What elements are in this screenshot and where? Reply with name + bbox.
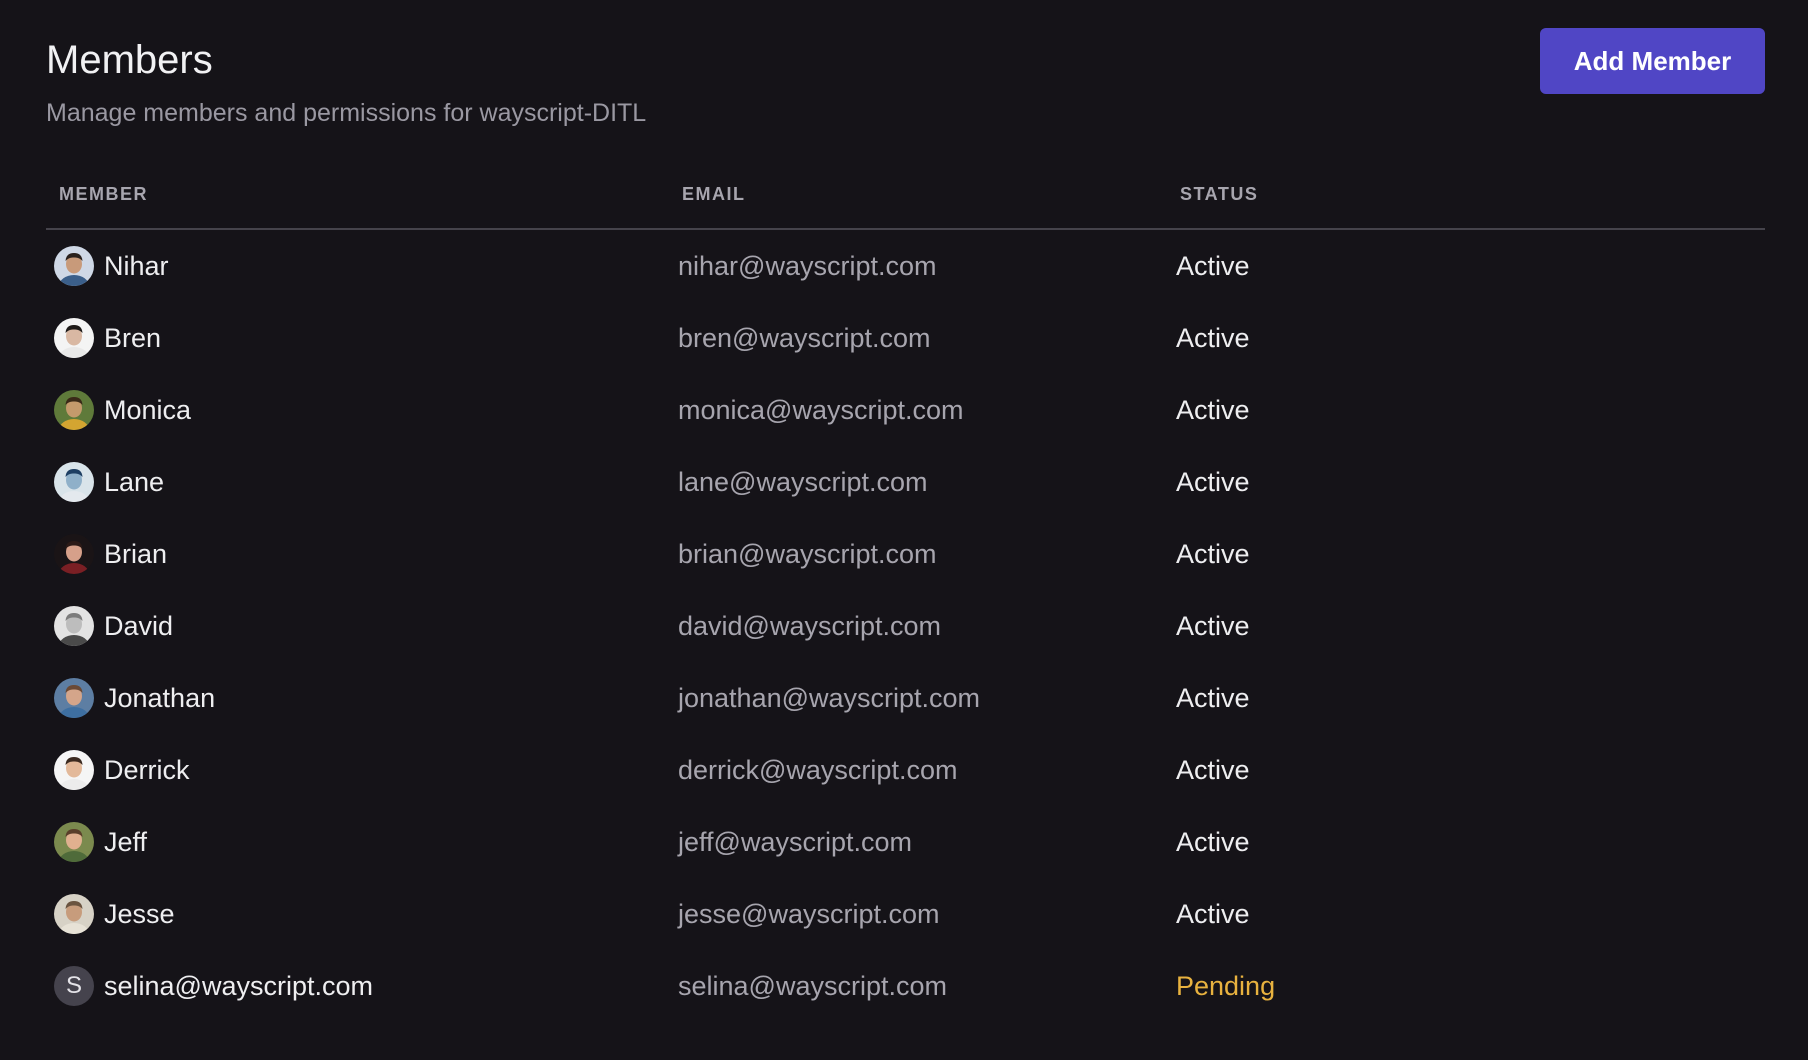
member-cell: David: [46, 590, 678, 662]
member-name: Bren: [104, 322, 162, 353]
table-row[interactable]: Jeff jeff@wayscript.com Active: [46, 806, 1765, 878]
member-cell: Derrick: [46, 734, 678, 806]
member-name: Jesse: [104, 898, 175, 929]
member-cell: Bren: [46, 302, 678, 374]
table-row[interactable]: Bren bren@wayscript.com Active: [46, 302, 1765, 374]
member-name: Jonathan: [104, 682, 216, 713]
member-info: Bren: [46, 318, 678, 358]
member-status: Active: [1176, 754, 1250, 785]
member-cell: Sselina@wayscript.com: [46, 950, 678, 1022]
table-row[interactable]: David david@wayscript.com Active: [46, 590, 1765, 662]
avatar: [54, 678, 94, 718]
column-header-email[interactable]: EMAIL: [678, 160, 1176, 230]
member-cell: Jesse: [46, 878, 678, 950]
member-name: David: [104, 610, 174, 641]
member-info: Nihar: [46, 246, 678, 286]
member-email: bren@wayscript.com: [678, 322, 931, 353]
member-status: Active: [1176, 394, 1250, 425]
member-email: jonathan@wayscript.com: [678, 682, 981, 713]
avatar: [54, 246, 94, 286]
member-name: Lane: [104, 466, 165, 497]
member-status: Active: [1176, 826, 1250, 857]
member-info: David: [46, 606, 678, 646]
avatar: [54, 318, 94, 358]
member-cell: Nihar: [46, 229, 678, 302]
table-row[interactable]: Monica monica@wayscript.com Active: [46, 374, 1765, 446]
page-title: Members: [46, 38, 213, 82]
member-email: lane@wayscript.com: [678, 466, 928, 497]
member-email: nihar@wayscript.com: [678, 250, 937, 281]
member-status: Active: [1176, 538, 1250, 569]
member-email: jesse@wayscript.com: [678, 898, 940, 929]
member-info: Brian: [46, 534, 678, 574]
member-status: Active: [1176, 466, 1250, 497]
member-status: Pending: [1176, 970, 1276, 1001]
table-row[interactable]: Derrick derrick@wayscript.com Active: [46, 734, 1765, 806]
table-row[interactable]: Brian brian@wayscript.com Active: [46, 518, 1765, 590]
member-info: Sselina@wayscript.com: [46, 966, 678, 1006]
column-header-member[interactable]: MEMBER: [46, 160, 678, 230]
member-cell: Brian: [46, 518, 678, 590]
member-cell: Monica: [46, 374, 678, 446]
member-name: Brian: [104, 538, 168, 569]
table-row[interactable]: Jonathan jonathan@wayscript.com Active: [46, 662, 1765, 734]
avatar: [54, 750, 94, 790]
member-status: Active: [1176, 898, 1250, 929]
avatar: [54, 462, 94, 502]
avatar: S: [54, 966, 94, 1006]
member-name: Derrick: [104, 754, 190, 785]
add-member-button[interactable]: Add Member: [1540, 28, 1765, 94]
member-email: selina@wayscript.com: [678, 970, 947, 1001]
member-status: Active: [1176, 610, 1250, 641]
member-info: Jonathan: [46, 678, 678, 718]
member-name: Nihar: [104, 250, 169, 281]
avatar: [54, 822, 94, 862]
member-name: Jeff: [104, 826, 148, 857]
member-status: Active: [1176, 682, 1250, 713]
member-status: Active: [1176, 322, 1250, 353]
avatar: [54, 534, 94, 574]
avatar: [54, 894, 94, 934]
table-header-row: MEMBER EMAIL STATUS: [46, 160, 1765, 230]
member-name: selina@wayscript.com: [104, 970, 373, 1001]
member-email: monica@wayscript.com: [678, 394, 964, 425]
member-email: jeff@wayscript.com: [678, 826, 912, 857]
member-cell: Jeff: [46, 806, 678, 878]
member-email: brian@wayscript.com: [678, 538, 937, 569]
member-name: Monica: [104, 394, 192, 425]
member-info: Jeff: [46, 822, 678, 862]
page-subtitle: Manage members and permissions for waysc…: [46, 99, 647, 127]
member-info: Derrick: [46, 750, 678, 790]
members-page: Members Manage members and permissions f…: [0, 0, 1808, 1060]
member-cell: Jonathan: [46, 662, 678, 734]
member-info: Monica: [46, 390, 678, 430]
members-table-body: Nihar nihar@wayscript.com Active Bren bren@…: [46, 229, 1765, 1022]
page-header: Members Manage members and permissions f…: [46, 0, 1765, 160]
members-table: MEMBER EMAIL STATUS Nihar nihar@wayscript…: [46, 160, 1765, 1022]
avatar: [54, 390, 94, 430]
member-email: derrick@wayscript.com: [678, 754, 958, 785]
member-status: Active: [1176, 250, 1250, 281]
column-header-status[interactable]: STATUS: [1176, 160, 1765, 230]
table-row[interactable]: Nihar nihar@wayscript.com Active: [46, 229, 1765, 302]
member-cell: Lane: [46, 446, 678, 518]
member-info: Lane: [46, 462, 678, 502]
table-row[interactable]: Jesse jesse@wayscript.com Active: [46, 878, 1765, 950]
member-info: Jesse: [46, 894, 678, 934]
avatar: [54, 606, 94, 646]
table-row[interactable]: Lane lane@wayscript.com Active: [46, 446, 1765, 518]
member-email: david@wayscript.com: [678, 610, 941, 641]
table-row[interactable]: Sselina@wayscript.com selina@wayscript.co…: [46, 950, 1765, 1022]
